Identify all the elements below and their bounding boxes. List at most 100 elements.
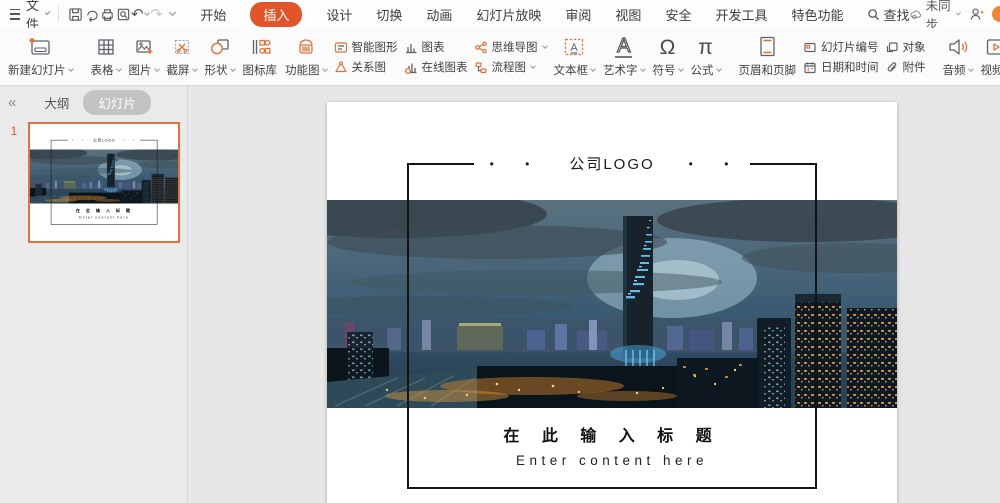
tab-outline[interactable]: 大纲 xyxy=(44,93,69,112)
picture-icon xyxy=(134,34,154,60)
datetime-button[interactable]: 日期和时间 xyxy=(803,59,879,75)
table-label: 表格 xyxy=(91,62,114,78)
cloud-sync-icon xyxy=(910,8,922,21)
slide-editor-workspace[interactable]: • • 公司LOGO • • 在 此 输 入 标 题 Enter content… xyxy=(188,86,1000,503)
datetime-icon xyxy=(803,61,817,74)
video-icon xyxy=(984,34,1000,60)
chevron-down-icon xyxy=(230,66,236,72)
export-pdf-button[interactable] xyxy=(84,3,100,25)
chevron-down-icon xyxy=(590,66,596,72)
chart-icon xyxy=(404,41,418,54)
find-button[interactable]: 查找 xyxy=(867,5,909,24)
redo-button[interactable]: ↷ xyxy=(149,3,165,25)
object-attach-group: 对象 附件 xyxy=(882,31,929,83)
tab-design[interactable]: 设计 xyxy=(326,5,352,24)
picture-button[interactable]: 图片 xyxy=(125,31,163,83)
icon-library-button[interactable]: 图标库 xyxy=(239,31,282,83)
slide-subtitle-text[interactable]: Enter content here xyxy=(327,453,897,468)
tab-view[interactable]: 视图 xyxy=(615,5,641,24)
new-slide-label: 新建幻灯片 xyxy=(8,62,66,78)
symbol-button[interactable]: Ω 符号 xyxy=(649,31,687,83)
smart-graphic-button[interactable]: 智能图形 xyxy=(334,39,398,55)
chevron-down-icon xyxy=(530,63,536,69)
mindmap-icon xyxy=(474,41,488,54)
chart-button[interactable]: 图表 xyxy=(404,39,468,55)
insert-ribbon: 新建幻灯片 表格 图片 xyxy=(0,28,1000,86)
header-footer-button[interactable]: 页眉和页脚 xyxy=(735,31,801,83)
ribbon-tab-bar: 开始 插入 设计 切换 动画 幻灯片放映 审阅 视图 安全 开发工具 特色功能 … xyxy=(200,2,909,27)
invite-collaborator-button[interactable] xyxy=(967,3,985,25)
screenshot-icon xyxy=(172,34,192,60)
chevron-down-icon xyxy=(169,9,176,16)
company-logo-text: 公司LOGO xyxy=(93,137,115,142)
new-slide-button[interactable]: 新建幻灯片 xyxy=(4,31,77,83)
tab-devtools[interactable]: 开发工具 xyxy=(715,5,767,24)
print-preview-icon xyxy=(116,7,131,22)
table-button[interactable]: 表格 xyxy=(87,31,125,83)
attachment-button[interactable]: 附件 xyxy=(885,59,926,75)
search-icon xyxy=(867,8,880,21)
mindmap-button[interactable]: 思维导图 xyxy=(474,39,547,55)
undo-button[interactable]: ↶ xyxy=(131,3,149,25)
online-chart-button[interactable]: 在线图表 xyxy=(404,59,468,75)
slide-number-button[interactable]: 幻灯片编号 xyxy=(803,39,879,55)
find-label: 查找 xyxy=(883,5,909,24)
panel-header: « 大纲 幻灯片 xyxy=(0,86,187,118)
chevron-down-icon xyxy=(322,66,328,72)
tab-home[interactable]: 开始 xyxy=(200,5,226,24)
screenshot-button[interactable]: 截屏 xyxy=(163,31,201,83)
chevron-down-icon xyxy=(956,10,961,15)
object-button[interactable]: 对象 xyxy=(885,39,926,55)
tab-transitions[interactable]: 切换 xyxy=(376,5,402,24)
print-button[interactable] xyxy=(99,3,115,25)
wordart-button[interactable]: A 艺术字 xyxy=(599,31,649,83)
formula-button[interactable]: π 公式 xyxy=(687,31,725,83)
function-diagram-icon xyxy=(295,34,317,60)
membership-button-partial[interactable] xyxy=(992,6,1000,22)
tab-special-features[interactable]: 特色功能 xyxy=(791,5,843,24)
save-button[interactable] xyxy=(68,3,84,25)
chevron-down-icon xyxy=(542,43,548,49)
chevron-down-icon xyxy=(968,66,974,72)
save-icon xyxy=(68,7,83,22)
formula-pi-icon: π xyxy=(698,34,713,60)
top-menu-bar: 文件 ↶ ↷ 开始 xyxy=(0,0,1000,28)
collapse-panel-button[interactable]: « xyxy=(8,94,16,111)
slide-1-thumbnail[interactable]: • • 公司LOGO • • 在 此 输 入 标 题 Enter content… xyxy=(28,122,180,243)
customize-toolbar-button[interactable] xyxy=(164,3,180,25)
video-button[interactable]: 视频 xyxy=(977,31,1000,83)
tab-slideshow[interactable]: 幻灯片放映 xyxy=(476,5,541,24)
slide-title-text[interactable]: 在 此 输 入 标 题 xyxy=(327,422,897,446)
diagram-group-3: 思维导图 流程图 xyxy=(471,31,550,83)
relation-diagram-button[interactable]: 关系图 xyxy=(334,59,398,75)
slide-number-label: 幻灯片编号 xyxy=(821,39,879,55)
screenshot-label: 截屏 xyxy=(167,62,190,78)
shapes-label: 形状 xyxy=(205,62,228,78)
wordart-icon: A xyxy=(615,34,632,60)
tab-review[interactable]: 审阅 xyxy=(565,5,591,24)
smart-graphic-icon xyxy=(334,41,348,54)
flowchart-button[interactable]: 流程图 xyxy=(474,59,547,75)
print-preview-button[interactable] xyxy=(115,3,131,25)
tab-security[interactable]: 安全 xyxy=(665,5,691,24)
main-menu-icon[interactable] xyxy=(10,9,20,20)
header-footer-icon xyxy=(756,34,778,60)
object-label: 对象 xyxy=(903,39,926,55)
audio-icon xyxy=(946,34,970,60)
chevron-down-icon xyxy=(678,66,684,72)
audio-button[interactable]: 音频 xyxy=(939,31,977,83)
tab-insert[interactable]: 插入 xyxy=(250,2,302,27)
company-logo-text[interactable]: 公司LOGO xyxy=(569,153,654,174)
attachment-icon xyxy=(885,61,899,74)
chevron-down-icon xyxy=(68,66,74,72)
tab-slides[interactable]: 幻灯片 xyxy=(83,90,151,115)
textbox-button[interactable]: A 文本框 xyxy=(550,31,600,83)
flowchart-icon xyxy=(474,61,488,74)
object-icon xyxy=(885,41,899,54)
symbol-omega-icon: Ω xyxy=(660,34,676,60)
diagram-group-1: 智能图形 关系图 xyxy=(331,31,401,83)
tab-animation[interactable]: 动画 xyxy=(426,5,452,24)
slide-canvas[interactable]: • • 公司LOGO • • 在 此 输 入 标 题 Enter content… xyxy=(327,102,897,503)
shapes-button[interactable]: 形状 xyxy=(201,31,239,83)
function-diagram-button[interactable]: 功能图 xyxy=(281,31,331,83)
